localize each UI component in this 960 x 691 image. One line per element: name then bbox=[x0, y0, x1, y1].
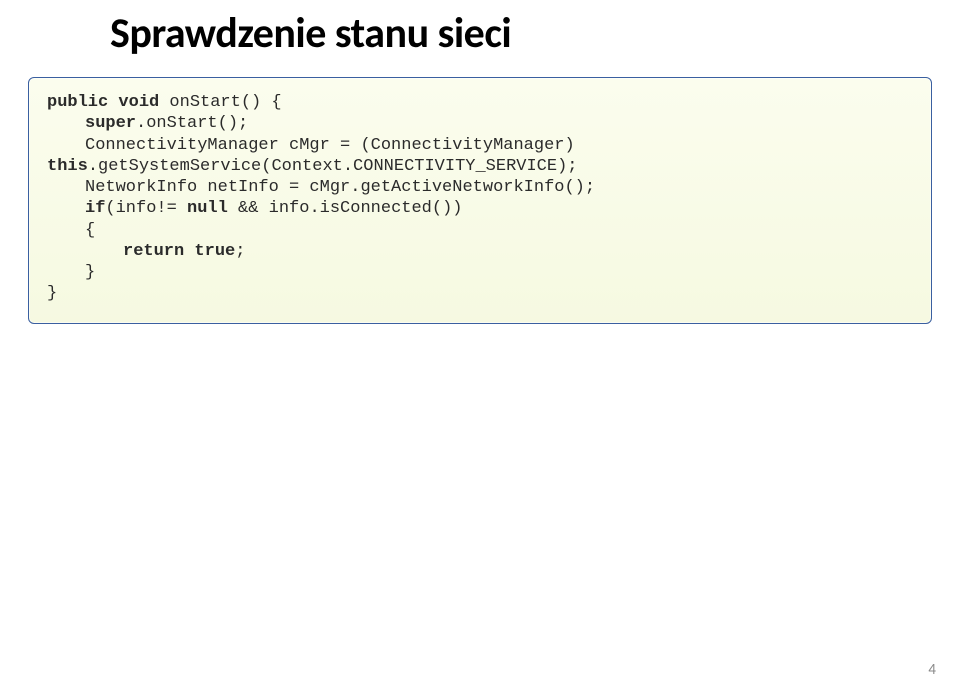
code-line: } bbox=[47, 283, 913, 304]
code-line: this.getSystemService(Context.CONNECTIVI… bbox=[47, 156, 913, 177]
code-block: public void onStart() { super.onStart();… bbox=[28, 77, 932, 324]
code-text: onStart() { bbox=[159, 93, 281, 112]
code-line: public void onStart() { bbox=[47, 92, 913, 113]
keyword: if bbox=[85, 199, 105, 218]
code-line: { bbox=[47, 220, 913, 241]
code-text: .onStart(); bbox=[136, 114, 248, 133]
code-text: && info.isConnected()) bbox=[228, 199, 463, 218]
code-line: return true; bbox=[47, 241, 913, 262]
code-text: } bbox=[47, 284, 57, 303]
code-text: ConnectivityManager cMgr = (Connectivity… bbox=[85, 136, 575, 155]
code-line: } bbox=[47, 262, 913, 283]
keyword: public void bbox=[47, 93, 159, 112]
keyword: return true bbox=[123, 242, 235, 261]
keyword: null bbox=[187, 199, 228, 218]
code-line: ConnectivityManager cMgr = (Connectivity… bbox=[47, 135, 913, 156]
code-line: NetworkInfo netInfo = cMgr.getActiveNetw… bbox=[47, 177, 913, 198]
code-text: NetworkInfo netInfo = cMgr.getActiveNetw… bbox=[85, 178, 595, 197]
keyword: this bbox=[47, 157, 88, 176]
code-line: super.onStart(); bbox=[47, 113, 913, 134]
page-number: 4 bbox=[928, 661, 936, 679]
code-text: ; bbox=[235, 242, 245, 261]
keyword: super bbox=[85, 114, 136, 133]
code-text: .getSystemService(Context.CONNECTIVITY_S… bbox=[88, 157, 578, 176]
code-line: if(info!= null && info.isConnected()) bbox=[47, 198, 913, 219]
code-text: { bbox=[85, 221, 95, 240]
code-text: (info!= bbox=[105, 199, 187, 218]
code-text: } bbox=[85, 263, 95, 282]
page-title: Sprawdzenie stanu sieci bbox=[0, 0, 960, 59]
